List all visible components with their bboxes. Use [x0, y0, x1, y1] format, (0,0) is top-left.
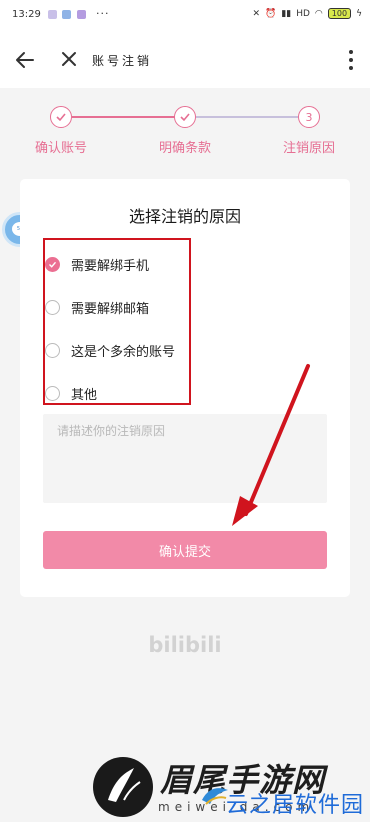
- option-redundant-account[interactable]: 这是个多余的账号: [45, 335, 215, 365]
- network-label: HD: [296, 8, 310, 19]
- step-indicator: 3 确认账号 明确条款 注销原因: [0, 88, 370, 178]
- option-label: 需要解绑邮箱: [71, 301, 150, 317]
- bilibili-logo: bilibili: [148, 633, 222, 657]
- status-time: 13:29: [12, 9, 41, 20]
- radio-unchecked-icon[interactable]: [45, 299, 60, 315]
- nav-bar: 账号注销: [0, 30, 370, 88]
- battery-icon: 100: [327, 8, 352, 19]
- radio-unchecked-icon[interactable]: [45, 385, 60, 401]
- status-bar: 13:29 ··· ✕ ⏰ ▮▮ HD ◠ 100 ϟ: [0, 0, 370, 30]
- form-title: 选择注销的原因: [128, 207, 241, 226]
- step-label-confirm-account: 确认账号: [34, 141, 87, 156]
- step-3-number: 3: [298, 106, 320, 128]
- option-other[interactable]: 其他: [45, 378, 215, 408]
- charging-icon: ϟ: [356, 8, 362, 19]
- step-connector: [72, 116, 175, 118]
- step-2-check-icon: [174, 106, 196, 128]
- app-notification-icon: [48, 10, 57, 19]
- close-icon[interactable]: [58, 48, 80, 70]
- radio-checked-icon[interactable]: [45, 256, 60, 272]
- option-label: 其他: [71, 387, 98, 403]
- option-unbind-phone[interactable]: 需要解绑手机: [45, 249, 215, 279]
- app-notification-icon: [62, 10, 71, 19]
- watermark-site-name: 云之居软件园: [226, 793, 365, 818]
- radio-unchecked-icon[interactable]: [45, 342, 60, 358]
- step-label-terms: 明确条款: [158, 141, 211, 156]
- app-notification-icon: [77, 10, 86, 19]
- step-connector: [196, 116, 298, 118]
- signal-icon: ▮▮: [281, 8, 292, 19]
- wifi-icon: ◠: [314, 8, 323, 19]
- step-label-reason: 注销原因: [282, 141, 335, 156]
- reason-textarea[interactable]: [43, 414, 327, 503]
- option-unbind-email[interactable]: 需要解绑邮箱: [45, 292, 215, 322]
- alarm-icon: ⏰: [265, 8, 277, 19]
- status-indicators: ✕ ⏰ ▮▮ HD ◠ 100 ϟ: [253, 8, 362, 19]
- option-label: 这是个多余的账号: [71, 344, 176, 360]
- more-notifications-icon: ···: [96, 7, 110, 20]
- option-label: 需要解绑手机: [71, 258, 150, 274]
- watermark-leaf-logo: [93, 757, 153, 817]
- submit-button[interactable]: 确认提交: [43, 531, 327, 569]
- arrow-left-icon[interactable]: [12, 47, 38, 73]
- page-title: 账号注销: [92, 54, 153, 68]
- more-vertical-icon[interactable]: [346, 48, 356, 72]
- step-1-check-icon: [50, 106, 72, 128]
- reason-card: 选择注销的原因 需要解绑手机 需要解绑邮箱 这是个多余的账号 其他 确认提交: [20, 179, 350, 597]
- mute-icon: ✕: [252, 8, 261, 19]
